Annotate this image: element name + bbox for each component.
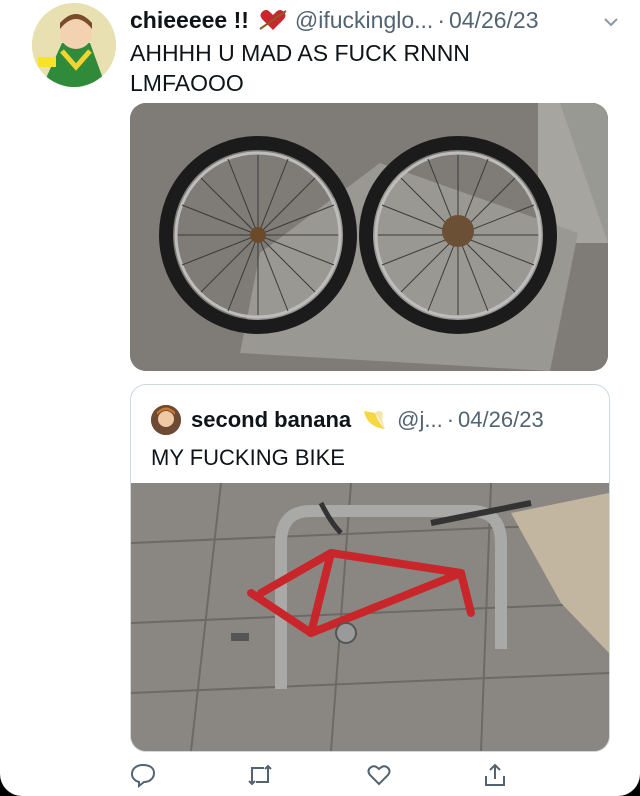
chevron-down-icon[interactable] <box>602 10 620 37</box>
separator: · <box>437 6 445 33</box>
tweet-header: chieeeee !! @ifuckinglo... · 04/26/23 <box>130 4 620 36</box>
quoted-tweet-text: MY FUCKING BIKE <box>151 445 345 470</box>
user-avatar[interactable] <box>32 3 116 87</box>
quoted-tweet-header: second banana @j... · 04/26/23 <box>191 405 544 435</box>
reply-icon[interactable] <box>130 762 156 793</box>
display-name[interactable]: chieeeee !! <box>130 7 249 34</box>
quoted-user-avatar[interactable] <box>151 405 181 435</box>
tweet-text: AHHHH U MAD AS FUCK RNNN LMFAOOO <box>130 38 570 98</box>
banana-emoji-icon <box>361 407 389 433</box>
quoted-display-name[interactable]: second banana <box>191 407 351 433</box>
quoted-tweet[interactable]: second banana @j... · 04/26/23 MY FUCKIN… <box>130 384 610 752</box>
separator: · <box>446 407 455 432</box>
share-icon[interactable] <box>482 762 508 793</box>
quoted-user-handle[interactable]: @j... <box>397 407 443 433</box>
tweet-text-line: AHHHH U MAD AS FUCK RNNN <box>130 40 470 66</box>
heart-arrow-emoji-icon <box>259 8 287 32</box>
tweet-actions <box>130 762 560 792</box>
quoted-tweet-image-bike[interactable] <box>131 482 609 751</box>
tweet-date[interactable]: 04/26/23 <box>449 7 539 34</box>
retweet-icon[interactable] <box>246 762 274 793</box>
user-handle[interactable]: @ifuckinglo... <box>295 7 433 34</box>
tweet-text-line: LMFAOOO <box>130 70 244 96</box>
tweet-image-wheels[interactable] <box>130 103 608 371</box>
tweet-card[interactable]: chieeeee !! @ifuckinglo... · 04/26/23 AH… <box>0 0 640 796</box>
quoted-tweet-date[interactable]: 04/26/23 <box>458 407 544 433</box>
like-icon[interactable] <box>366 762 392 793</box>
